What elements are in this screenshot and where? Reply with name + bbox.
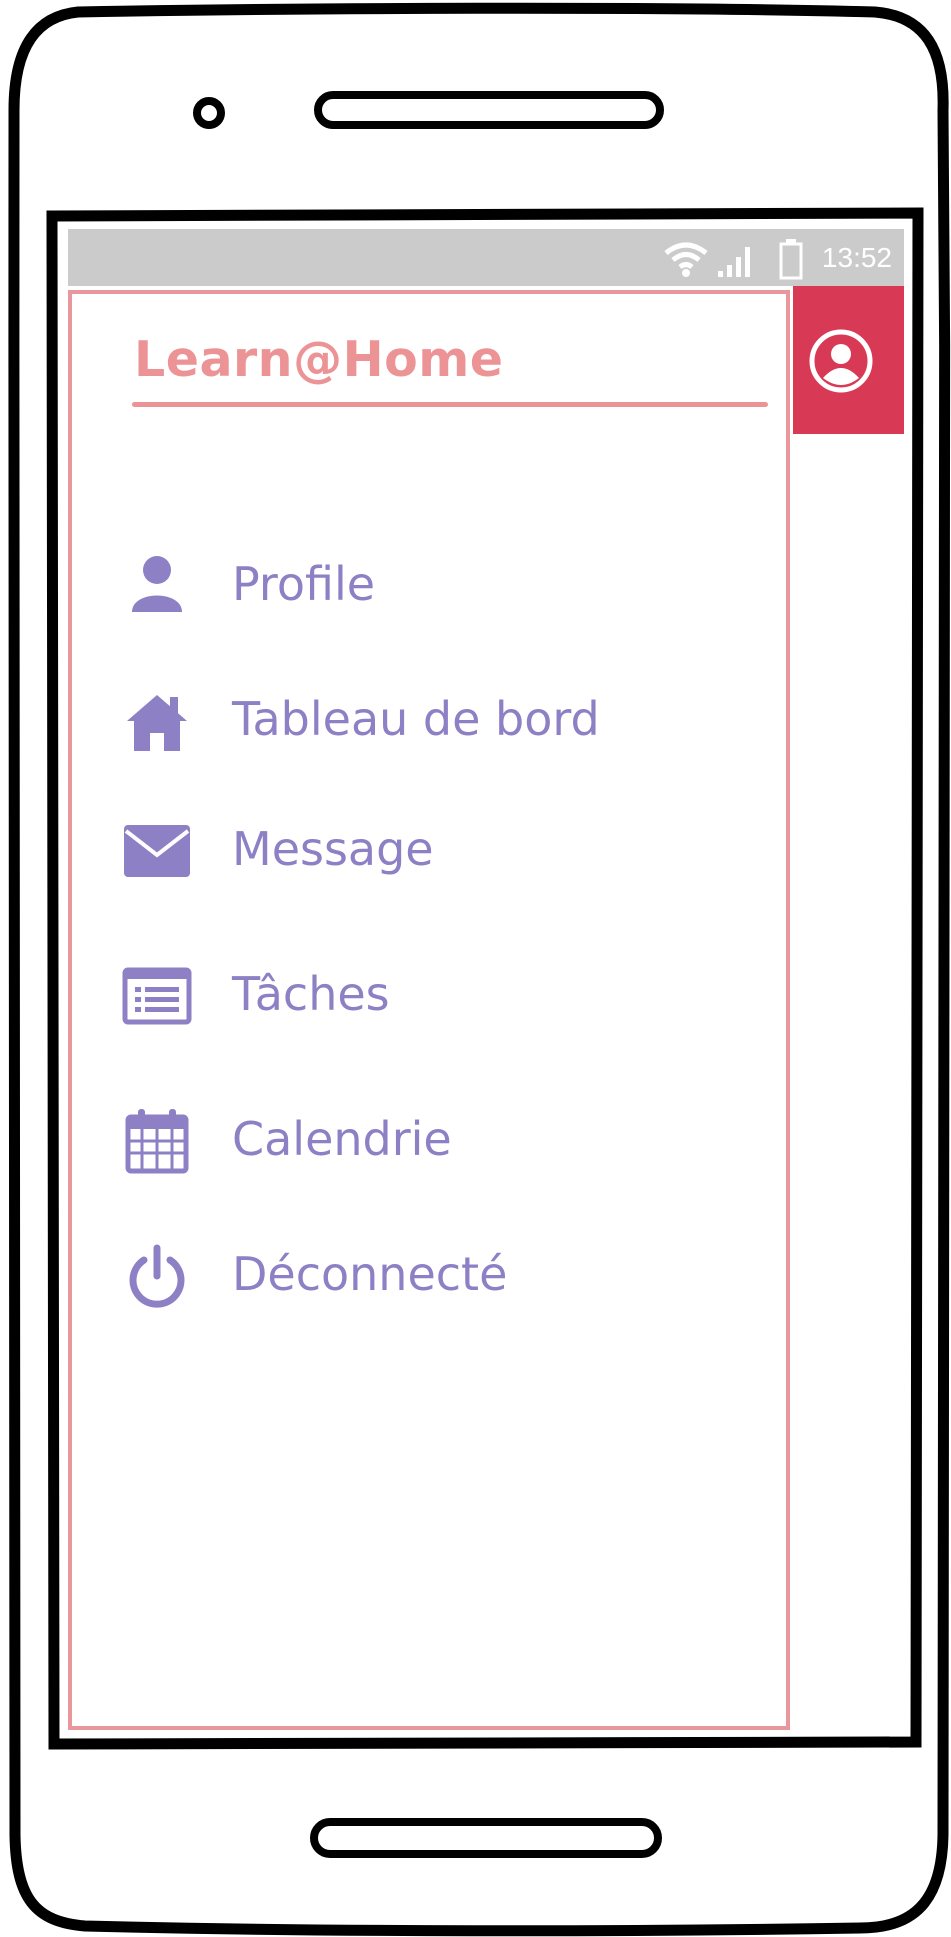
drawer-brand-title: Learn@Home xyxy=(134,331,504,388)
battery-icon xyxy=(779,239,803,280)
menu-item-label: Tâches xyxy=(232,967,390,1021)
menu-item-tableau-de-bord[interactable]: Tableau de bord xyxy=(122,679,742,761)
home-icon xyxy=(127,695,187,751)
menu-item-deconnecte[interactable]: Déconnecté xyxy=(122,1234,742,1316)
power-icon xyxy=(129,1244,185,1308)
menu-item-calendrie[interactable]: Calendrie xyxy=(122,1099,742,1181)
status-time: 13:52 xyxy=(821,242,892,273)
task-list-icon xyxy=(122,967,192,1025)
wifi-icon xyxy=(664,242,708,277)
envelope-icon xyxy=(124,825,190,877)
calendar-icon xyxy=(125,1109,189,1174)
drawer-divider xyxy=(132,402,768,407)
menu-item-taches[interactable]: Tâches xyxy=(122,954,742,1036)
person-icon xyxy=(132,556,182,612)
signal-icon xyxy=(718,247,750,277)
menu-item-profile[interactable]: Profile xyxy=(122,544,742,626)
menu-item-label: Déconnecté xyxy=(232,1247,508,1301)
status-bar: 13:52 xyxy=(68,229,904,286)
app-bar xyxy=(793,286,904,434)
navigation-drawer: Learn@Home Profile Tableau de bord Messa… xyxy=(68,290,790,1730)
menu-item-message[interactable]: Message xyxy=(122,809,742,891)
menu-item-label: Message xyxy=(232,822,434,876)
account-circle-icon[interactable] xyxy=(808,328,874,394)
menu-item-label: Calendrie xyxy=(232,1112,452,1166)
menu-item-label: Profile xyxy=(232,557,376,611)
menu-item-label: Tableau de bord xyxy=(232,692,600,746)
